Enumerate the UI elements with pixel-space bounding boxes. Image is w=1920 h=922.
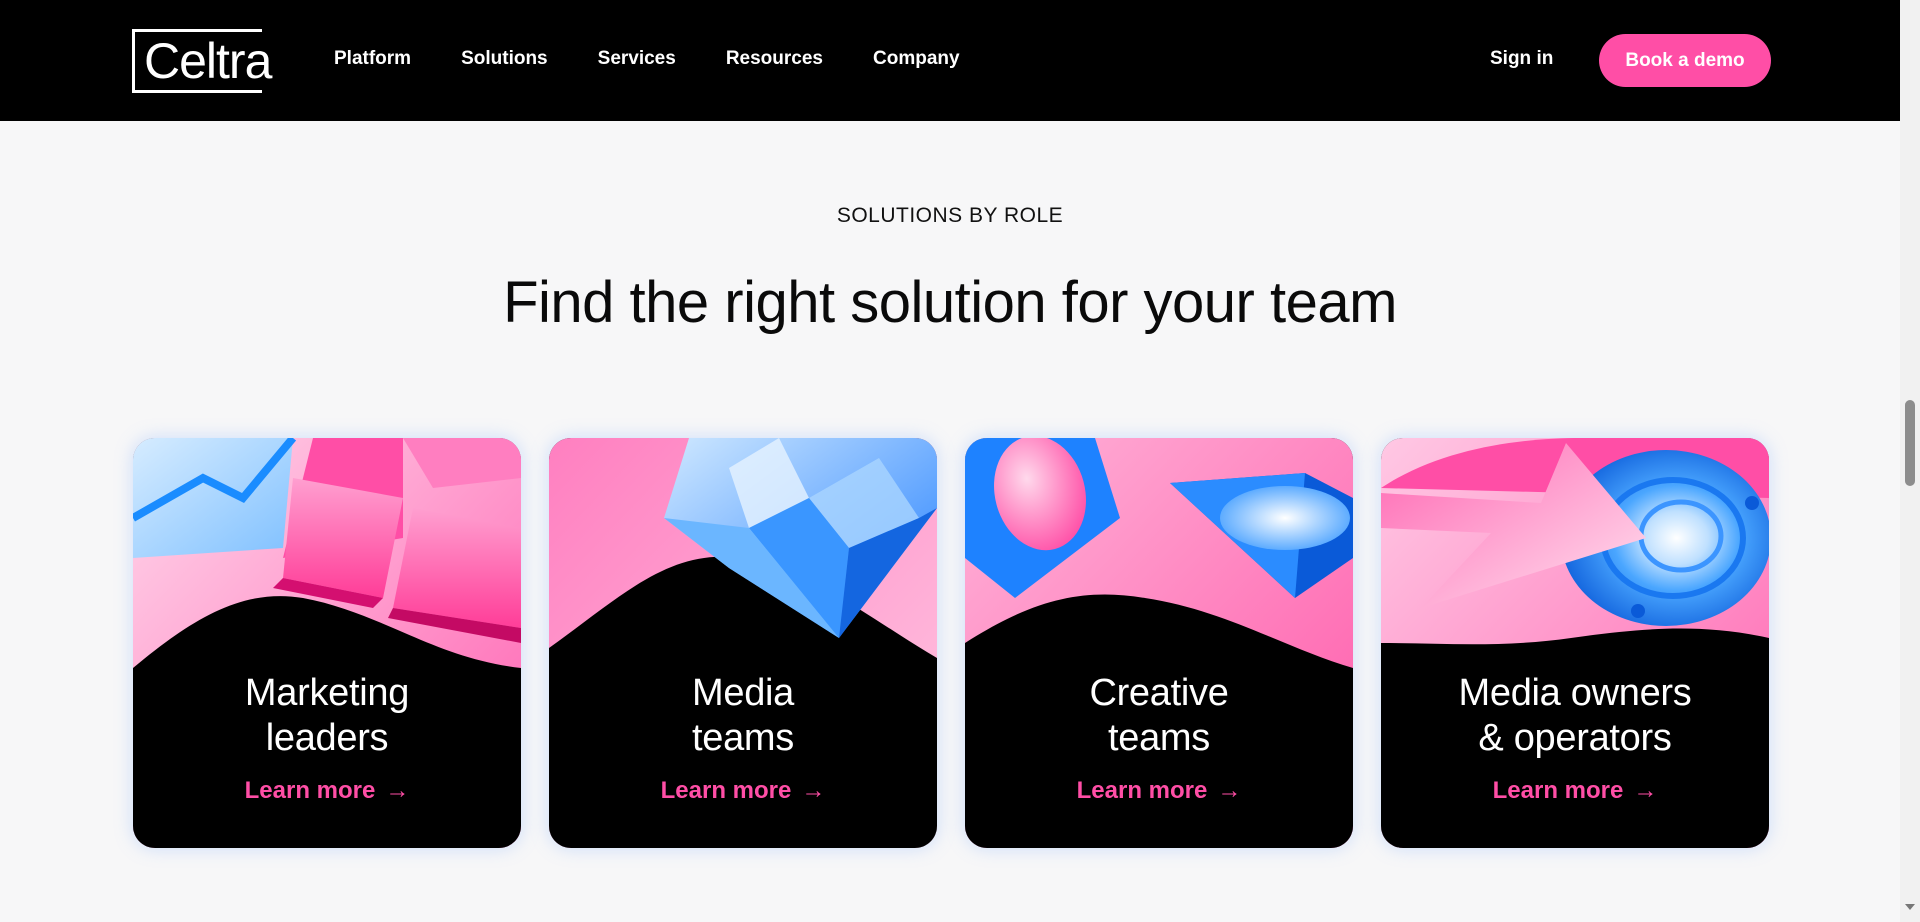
arrow-right-icon: → — [1633, 777, 1658, 804]
learn-more-label: Learn more — [244, 777, 376, 804]
card-title-line-2: leaders — [265, 717, 389, 759]
learn-more-link[interactable]: Learn more → — [133, 776, 521, 806]
card-title-line-1: Media owners — [1458, 672, 1692, 714]
scrollbar-thumb[interactable] — [1905, 400, 1915, 486]
scroll-down-arrow-icon[interactable] — [1905, 904, 1915, 910]
learn-more-link[interactable]: Learn more → — [965, 776, 1353, 806]
nav-services[interactable]: Services — [598, 46, 676, 72]
logo-text: Celtra — [144, 33, 272, 89]
sign-in-link[interactable]: Sign in — [1490, 46, 1553, 72]
card-media-owners[interactable]: Media owners & operators Learn more → — [1381, 438, 1769, 848]
card-media-teams[interactable]: Media teams Learn more → — [549, 438, 937, 848]
learn-more-link[interactable]: Learn more → — [1381, 776, 1769, 806]
nav-resources[interactable]: Resources — [726, 46, 823, 72]
nav-company[interactable]: Company — [873, 46, 960, 72]
top-navigation-bar: Celtra Platform Solutions Services Resou… — [0, 0, 1900, 121]
card-title: Media owners & operators — [1381, 671, 1769, 761]
card-title-line-2: & operators — [1478, 717, 1672, 759]
learn-more-link[interactable]: Learn more → — [549, 776, 937, 806]
learn-more-label: Learn more — [660, 777, 792, 804]
card-title-line-2: teams — [1108, 717, 1210, 759]
arrow-right-icon: → — [385, 777, 410, 804]
main-nav: Platform Solutions Services Resources Co… — [334, 46, 1010, 72]
learn-more-label: Learn more — [1076, 777, 1208, 804]
nav-solutions[interactable]: Solutions — [461, 46, 548, 72]
card-title: Marketing leaders — [133, 671, 521, 761]
celtra-logo[interactable]: Celtra — [132, 29, 272, 93]
card-title-line-1: Marketing — [244, 672, 410, 714]
section-headline: Find the right solution for your team — [503, 270, 1397, 335]
card-title: Media teams — [549, 671, 937, 761]
section-eyebrow: SOLUTIONS BY ROLE — [836, 204, 1064, 227]
card-creative-teams[interactable]: Creative teams Learn more → — [965, 438, 1353, 848]
card-title: Creative teams — [965, 671, 1353, 761]
page-scrollbar[interactable] — [1900, 0, 1920, 922]
card-title-line-1: Media — [692, 672, 794, 714]
learn-more-label: Learn more — [1492, 777, 1624, 804]
card-marketing-leaders[interactable]: Marketing leaders Learn more → — [133, 438, 521, 848]
card-title-line-2: teams — [692, 717, 794, 759]
card-title-line-1: Creative — [1089, 672, 1229, 714]
book-demo-button[interactable]: Book a demo — [1599, 34, 1771, 87]
arrow-right-icon: → — [801, 777, 826, 804]
arrow-right-icon: → — [1217, 777, 1242, 804]
nav-platform[interactable]: Platform — [334, 46, 411, 72]
